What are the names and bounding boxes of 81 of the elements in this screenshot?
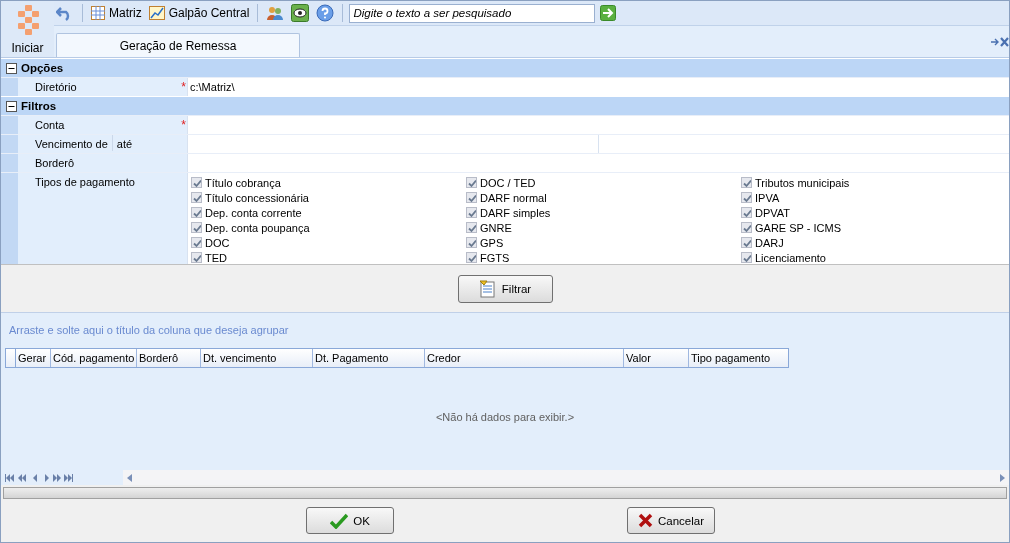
checkbox-label[interactable]: DARF simples — [480, 206, 551, 219]
column-header[interactable]: Gerar — [16, 349, 51, 367]
checkbox-label[interactable]: TED — [205, 251, 227, 264]
section-title: Opções — [21, 62, 64, 74]
checkbox[interactable] — [466, 177, 477, 188]
help-icon[interactable] — [314, 2, 337, 24]
checkbox-label[interactable]: DARJ — [755, 236, 784, 249]
row-header — [1, 135, 18, 153]
checkbox[interactable] — [741, 192, 752, 203]
checkbox[interactable] — [741, 237, 752, 248]
chart-icon — [148, 6, 165, 20]
checkbox-label[interactable]: DOC — [205, 236, 230, 249]
scroll-left-icon[interactable] — [127, 473, 132, 482]
splitter-bar[interactable] — [3, 487, 1007, 499]
column-header[interactable]: Dt. vencimento — [201, 349, 313, 367]
checkbox-label[interactable]: GNRE — [480, 221, 512, 234]
checkbox[interactable] — [741, 207, 752, 218]
required-mark: * — [181, 80, 186, 94]
column-header[interactable]: Credor — [425, 349, 624, 367]
column-header[interactable]: Cód. pagamento — [51, 349, 137, 367]
toolbar-button[interactable]: Galpão Central — [146, 2, 252, 24]
check-icon — [330, 512, 349, 529]
required-mark: * — [181, 118, 186, 132]
checkbox-label[interactable]: DOC / TED — [480, 176, 536, 189]
eye-icon[interactable] — [289, 2, 312, 24]
column-header[interactable]: Tipo pagamento — [689, 349, 788, 367]
collapse-icon[interactable] — [6, 62, 17, 74]
scroll-right-icon[interactable] — [1000, 473, 1005, 482]
section-title: Filtros — [21, 100, 57, 112]
checkbox-label[interactable]: DPVAT — [755, 206, 791, 219]
column-header[interactable]: Valor — [624, 349, 689, 367]
checkbox-label[interactable]: FGTS — [480, 251, 510, 264]
filter-button[interactable]: Filtrar — [457, 274, 553, 303]
collapse-icon[interactable] — [6, 100, 17, 112]
checkbox[interactable] — [191, 177, 202, 188]
navigation-icon[interactable] — [5, 473, 75, 482]
checkbox-label[interactable]: Licenciamento — [755, 251, 826, 264]
checkbox-label[interactable]: Tributos municipais — [755, 176, 850, 189]
checkbox[interactable] — [466, 207, 477, 218]
document-icon — [478, 279, 497, 298]
field-label: Borderô — [35, 157, 75, 169]
horizontal-scrollbar[interactable] — [123, 470, 1009, 485]
checkbox-label[interactable]: Título cobrança — [205, 176, 281, 189]
checkbox[interactable] — [191, 237, 202, 248]
cancel-button[interactable]: Cancelar — [627, 507, 715, 534]
checkbox-label[interactable]: Dep. conta corrente — [205, 206, 302, 219]
checkbox[interactable] — [466, 192, 477, 203]
group-hint: Arraste e solte aqui o título da coluna que deseja agrupar — [8, 323, 290, 338]
tab[interactable]: Geração de Remessa — [56, 33, 300, 57]
field-label: até — [111, 135, 133, 151]
checkbox-label[interactable]: Dep. conta poupança — [205, 221, 310, 234]
go-arrow-icon[interactable] — [598, 2, 619, 24]
field-label: Diretório — [35, 81, 77, 93]
checkbox[interactable] — [741, 177, 752, 188]
checkbox-label[interactable]: Título concessionária — [205, 191, 309, 204]
checkbox-label[interactable]: IPVA — [755, 191, 780, 204]
column-header[interactable]: Dt. Pagamento — [313, 349, 425, 367]
checkbox[interactable] — [466, 252, 477, 263]
checkbox[interactable] — [191, 222, 202, 233]
checkbox[interactable] — [741, 252, 752, 263]
checkbox-label[interactable]: DARF normal — [480, 191, 547, 204]
checkbox[interactable] — [191, 207, 202, 218]
pin-close-icon[interactable] — [991, 36, 1009, 47]
checkbox[interactable] — [191, 192, 202, 203]
toolbar-button[interactable]: Matriz — [89, 2, 144, 24]
empty-message: <Não há dados para exibir.> — [435, 411, 575, 425]
ok-button[interactable]: OK — [306, 507, 394, 534]
cross-icon — [638, 513, 653, 528]
checkbox[interactable] — [741, 222, 752, 233]
checkbox[interactable] — [466, 222, 477, 233]
checkbox-label[interactable]: GPS — [480, 236, 504, 249]
start-button[interactable]: Iniciar — [11, 39, 44, 56]
field-label: Tipos de pagamento — [35, 176, 135, 188]
checkbox[interactable] — [466, 237, 477, 248]
column-header[interactable]: Borderô — [137, 349, 201, 367]
field-label: Vencimento de — [35, 138, 108, 150]
checkbox-label[interactable]: GARE SP - ICMS — [755, 221, 841, 234]
grid-icon — [91, 6, 105, 20]
checkbox[interactable] — [191, 252, 202, 263]
search-field[interactable]: Digite o texto a ser pesquisado — [349, 3, 596, 23]
field-label: Conta — [35, 119, 65, 131]
